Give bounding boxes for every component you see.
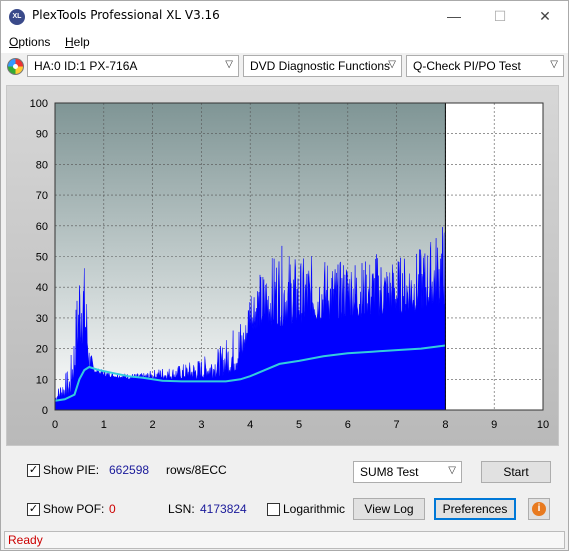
y-tick-label: 0 [42,405,48,417]
minimize-button[interactable]: — [431,1,477,31]
menu-help-mnemonic: H [65,35,74,49]
x-tick-label: 2 [150,419,156,431]
drive-select[interactable]: HA:0 ID:1 PX-716A ▽ [27,55,239,77]
y-tick-label: 40 [36,282,48,294]
rows-8ecc-label: rows/8ECC [166,463,227,477]
test-select-value: Q-Check PI/PO Test [413,59,521,73]
window-title: PlexTools Professional XL V3.16 [32,8,220,22]
maximize-button[interactable]: ☐ [477,1,523,31]
show-pof-label: Show POF: [43,502,105,516]
pi-po-chart: 0 1 2 3 4 5 6 7 8 9 100102030405060708090100 [30,98,549,431]
logarithmic-label: Logarithmic [283,502,346,516]
x-tick-label: 1 [101,419,107,431]
controls-panel: ✓ Show PIE: 662598 rows/8ECC SUM8 Test ▽… [15,455,554,525]
x-tick-label: 10 [537,419,549,431]
check-mark-icon: ✓ [28,503,39,515]
close-button[interactable]: ✕ [522,1,568,31]
y-tick-label: 90 [36,129,48,141]
sum8-test-value: SUM8 Test [360,465,419,479]
view-log-button-label: View Log [364,502,414,516]
sum8-test-select[interactable]: SUM8 Test ▽ [353,461,462,483]
toolbar: HA:0 ID:1 PX-716A ▽ DVD Diagnostic Funct… [1,53,568,81]
info-button[interactable]: i [528,498,550,520]
preferences-button[interactable]: Preferences [434,498,516,520]
x-tick-label: 9 [491,419,497,431]
y-tick-label: 10 [36,374,48,386]
y-tick-label: 100 [30,98,48,110]
view-log-button[interactable]: View Log [353,498,425,520]
menu-help-label: elp [73,35,90,49]
show-pof-checkbox[interactable]: ✓ [27,503,40,516]
function-select-value: DVD Diagnostic Functions [250,59,391,73]
start-button-label: Start [503,465,529,479]
chevron-down-icon: ▽ [388,59,396,70]
show-pie-label: Show PIE: [43,463,100,477]
test-select[interactable]: Q-Check PI/PO Test ▽ [406,55,564,77]
start-button[interactable]: Start [481,461,551,483]
y-tick-label: 80 [36,159,48,171]
show-pie-checkbox[interactable]: ✓ [27,464,40,477]
status-bar: Ready [4,531,565,549]
y-tick-label: 60 [36,221,48,233]
x-tick-label: 0 [52,419,58,431]
plextools-app-icon: XL [9,9,25,25]
chart-panel: 0 1 2 3 4 5 6 7 8 9 10 0 10 20 30 40 50 60 70 80 90 100 [6,85,559,446]
menu-help[interactable]: Help [65,35,90,49]
lsn-label: LSN: [168,502,195,516]
x-tick-label: 4 [247,419,253,431]
info-icon: i [532,502,546,516]
disc-drive-icon [7,58,24,75]
y-tick-label: 70 [36,190,48,202]
menu-options-label: ptions [18,35,51,49]
status-text: Ready [8,533,43,547]
y-tick-label: 30 [36,313,48,325]
check-mark-icon: ✓ [28,464,39,476]
menu-options[interactable]: Options [9,35,50,49]
chevron-down-icon: ▽ [448,465,456,476]
pie-count-value: 662598 [109,463,150,477]
x-tick-label: 5 [296,419,302,431]
function-select[interactable]: DVD Diagnostic Functions ▽ [243,55,402,77]
chevron-down-icon: ▽ [550,59,558,70]
chevron-down-icon: ▽ [225,59,233,70]
y-tick-label: 20 [36,344,48,356]
logarithmic-checkbox[interactable] [267,503,280,516]
title-bar: XL PlexTools Professional XL V3.16 — ☐ ✕ [1,1,568,31]
x-tick-label: 8 [442,419,448,431]
lsn-value: 4173824 [200,502,247,516]
menu-bar: Options Help [1,31,568,53]
y-tick-label: 50 [36,252,48,264]
x-tick-label: 3 [198,419,204,431]
preferences-button-label: Preferences [442,502,508,516]
menu-options-mnemonic: O [9,35,19,49]
x-tick-label: 7 [394,419,400,431]
drive-select-value: HA:0 ID:1 PX-716A [34,59,138,73]
app-window: XL PlexTools Professional XL V3.16 — ☐ ✕… [0,0,569,551]
pof-count-value: 0 [109,502,116,516]
x-tick-label: 6 [345,419,351,431]
